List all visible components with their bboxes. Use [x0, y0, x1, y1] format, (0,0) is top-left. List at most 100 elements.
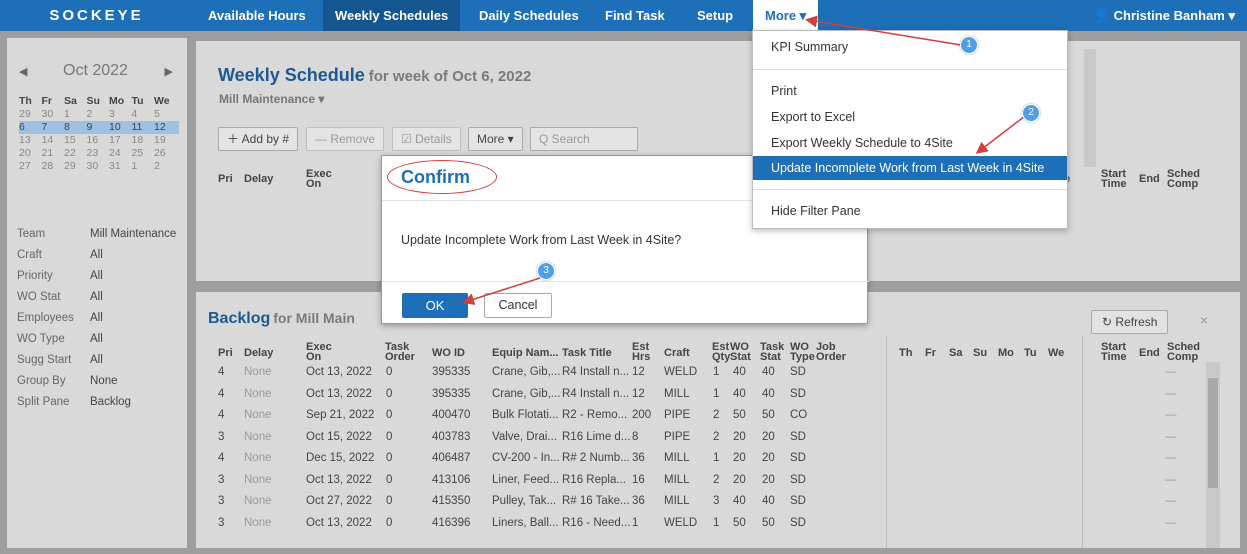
calendar-day[interactable]: 12 [154, 121, 170, 134]
nav-find-task[interactable]: Find Task [593, 0, 677, 31]
col-day[interactable]: Sa [949, 348, 962, 359]
col-start-time[interactable]: Start Time [1101, 342, 1131, 363]
col-job-order[interactable]: Job Order [816, 342, 850, 363]
calendar-day[interactable]: 24 [109, 147, 125, 160]
calendar-day[interactable]: 15 [64, 134, 80, 147]
calendar-week-row[interactable]: 20 21 22 23 24 25 26 [19, 147, 179, 160]
calendar-day[interactable]: 10 [109, 121, 125, 134]
team-selector[interactable]: Mill Maintenance ▾ [219, 92, 324, 106]
nav-available-hours[interactable]: Available Hours [196, 0, 318, 31]
calendar-week-row[interactable]: 27 28 29 30 31 1 2 [19, 160, 179, 173]
calendar-day[interactable]: 29 [19, 108, 35, 121]
col-pri[interactable]: Pri [218, 174, 233, 185]
calendar-day[interactable]: 11 [132, 121, 148, 134]
col-sched-comp[interactable]: Sched Comp [1167, 169, 1201, 190]
ok-button[interactable]: OK [402, 293, 468, 318]
col-delay[interactable]: Delay [244, 348, 273, 359]
filter-value[interactable]: All [90, 270, 103, 282]
col-day[interactable]: Th [899, 348, 912, 359]
calendar-day[interactable]: 26 [154, 147, 170, 160]
col-end[interactable]: End [1139, 348, 1160, 359]
table-row[interactable]: 3 None Oct 27, 2022 0 415350 Pulley, Tak... R#… [196, 491, 1240, 513]
calendar-week-row[interactable]: 6 7 8 9 10 11 12 [19, 121, 179, 134]
col-task-stat[interactable]: Task Stat [760, 342, 788, 363]
menu-item-export-excel[interactable]: Export to Excel [753, 105, 1067, 129]
search-input[interactable]: Q Search [530, 127, 638, 151]
col-est-hrs[interactable]: Est Hrs [632, 342, 660, 363]
backlog-scrollbar[interactable] [1206, 362, 1220, 548]
filter-value[interactable]: None [90, 375, 118, 387]
close-split-icon[interactable]: × [1200, 312, 1208, 328]
calendar-day[interactable]: 1 [64, 108, 80, 121]
col-day[interactable]: We [1048, 348, 1064, 359]
col-sched-comp[interactable]: Sched Comp [1167, 342, 1201, 363]
calendar-day[interactable]: 31 [109, 160, 125, 173]
table-row[interactable]: 4 None Oct 13, 2022 0 395335 Crane, Gib,... R4… [196, 384, 1240, 406]
col-delay[interactable]: Delay [244, 174, 273, 185]
calendar-week-row[interactable]: 29 30 1 2 3 4 5 [19, 108, 179, 121]
calendar-day[interactable]: 2 [154, 160, 170, 173]
table-row[interactable]: 3 None Oct 13, 2022 0 416396 Liners, Ball... R… [196, 513, 1240, 535]
menu-item-hide-filter[interactable]: Hide Filter Pane [753, 199, 1067, 223]
user-menu[interactable]: 👤 Christine Banham ▾ [1094, 0, 1235, 31]
calendar-day[interactable]: 30 [87, 160, 103, 173]
col-end[interactable]: End [1139, 174, 1160, 185]
col-task-title[interactable]: Task Title [562, 348, 612, 359]
calendar-day[interactable]: 14 [42, 134, 58, 147]
next-month-icon[interactable]: ▶ [165, 65, 173, 78]
nav-more[interactable]: More ▾ [753, 0, 819, 31]
calendar-day[interactable]: 4 [132, 108, 148, 121]
app-logo[interactable]: SOCKEYE [0, 0, 193, 31]
calendar-day[interactable]: 2 [87, 108, 103, 121]
col-exec-on[interactable]: Exec On [306, 342, 334, 363]
filter-row[interactable]: Employees All [17, 312, 187, 333]
menu-item-kpi-summary[interactable]: KPI Summary [753, 35, 1067, 59]
col-exec-on[interactable]: Exec On [306, 169, 334, 190]
filter-row[interactable]: WO Stat All [17, 291, 187, 312]
calendar-day[interactable]: 9 [87, 121, 103, 134]
calendar-day[interactable]: 17 [109, 134, 125, 147]
calendar-day[interactable]: 21 [42, 147, 58, 160]
prev-month-icon[interactable]: ◀ [19, 65, 27, 78]
col-pri[interactable]: Pri [218, 348, 233, 359]
nav-setup[interactable]: Setup [685, 0, 745, 31]
calendar-day[interactable]: 16 [87, 134, 103, 147]
calendar-day[interactable]: 23 [87, 147, 103, 160]
table-row[interactable]: 3 None Oct 13, 2022 0 413106 Liner, Feed... R1… [196, 470, 1240, 492]
table-row[interactable]: 3 None Oct 15, 2022 0 403783 Valve, Drai... R1… [196, 427, 1240, 449]
col-wo-type[interactable]: WO Type [790, 342, 818, 363]
filter-value[interactable]: All [90, 312, 103, 324]
col-task-order[interactable]: Task Order [385, 342, 415, 363]
menu-item-print[interactable]: Print [753, 79, 1067, 103]
calendar-day[interactable]: 6 [19, 121, 35, 134]
calendar-week-row[interactable]: 13 14 15 16 17 18 19 [19, 134, 179, 147]
calendar-day[interactable]: 1 [132, 160, 148, 173]
calendar-day[interactable]: 18 [132, 134, 148, 147]
filter-value[interactable]: Mill Maintenance [90, 228, 176, 240]
table-row[interactable]: 4 None Oct 13, 2022 0 395335 Crane, Gib,... R4… [196, 362, 1240, 384]
calendar-day[interactable]: 29 [64, 160, 80, 173]
calendar-day[interactable]: 3 [109, 108, 125, 121]
table-row[interactable]: 4 None Sep 21, 2022 0 400470 Bulk Flotati... R… [196, 405, 1240, 427]
menu-item-export-4site[interactable]: Export Weekly Schedule to 4Site [753, 131, 1067, 155]
filter-row[interactable]: Priority All [17, 270, 187, 291]
calendar-day[interactable]: 8 [64, 121, 80, 134]
table-row[interactable]: 4 None Dec 15, 2022 0 406487 CV-200 - In... R#… [196, 448, 1240, 470]
details-button[interactable]: ☑ Details [392, 127, 461, 151]
calendar-day[interactable]: 5 [154, 108, 170, 121]
more-button[interactable]: More ▾ [468, 127, 523, 151]
filter-row[interactable]: Craft All [17, 249, 187, 270]
col-wo-id[interactable]: WO ID [432, 348, 465, 359]
refresh-button[interactable]: ↻ Refresh [1091, 310, 1169, 334]
filter-row[interactable]: WO Type All [17, 333, 187, 354]
col-equip-name[interactable]: Equip Nam... [492, 348, 559, 359]
remove-button[interactable]: — Remove [306, 127, 385, 151]
menu-item-update-incomplete[interactable]: Update Incomplete Work from Last Week in… [753, 156, 1067, 180]
col-wo-stat[interactable]: WO Stat [730, 342, 758, 363]
add-by-number-button[interactable]: ＋ Add by # [218, 127, 299, 151]
filter-value[interactable]: All [90, 249, 103, 261]
filter-row[interactable]: Team Mill Maintenance [17, 228, 187, 249]
calendar-day[interactable]: 7 [42, 121, 58, 134]
col-craft[interactable]: Craft [664, 348, 690, 359]
calendar-day[interactable]: 28 [42, 160, 58, 173]
